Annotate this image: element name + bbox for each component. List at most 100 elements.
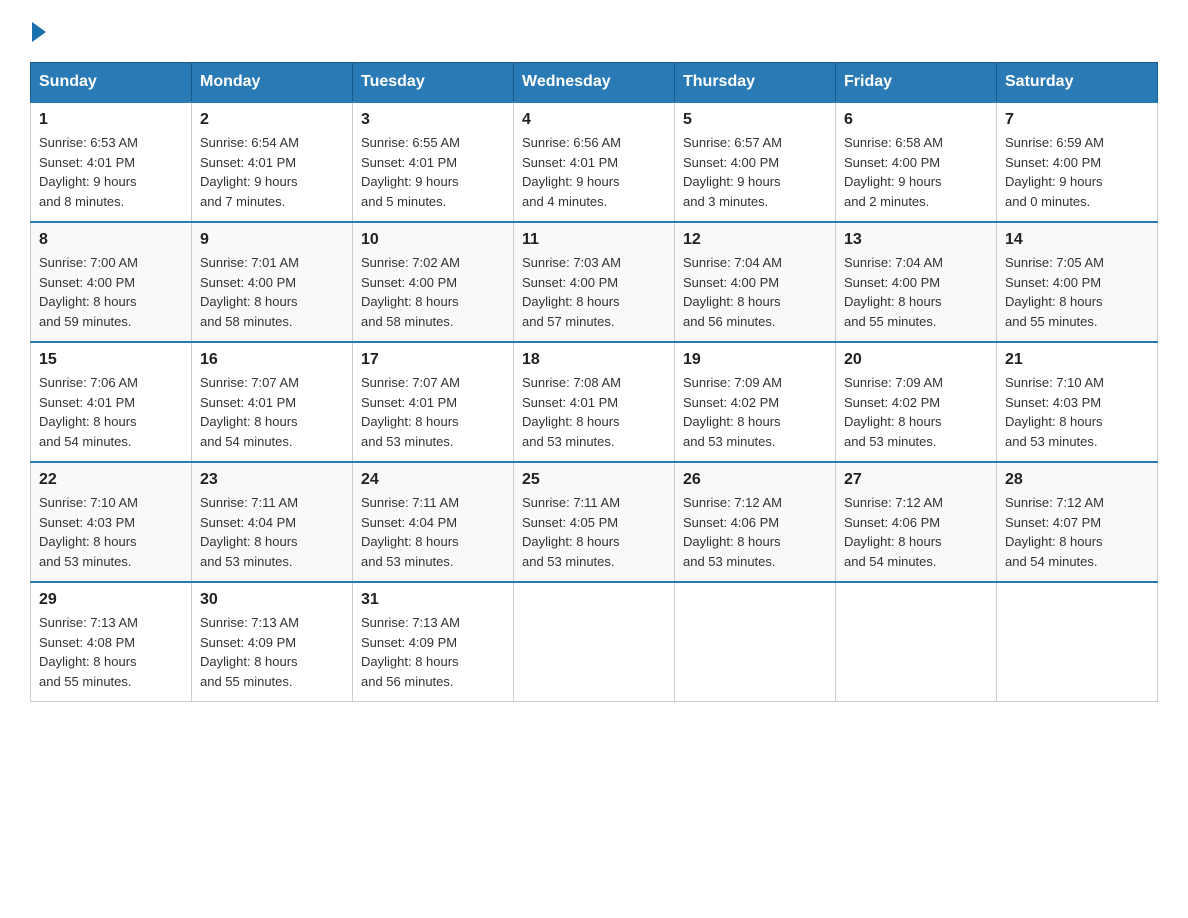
day-number: 11 xyxy=(522,231,666,249)
day-info: Sunrise: 7:12 AM Sunset: 4:06 PM Dayligh… xyxy=(683,493,827,571)
header-cell-saturday: Saturday xyxy=(997,63,1158,103)
day-cell: 15 Sunrise: 7:06 AM Sunset: 4:01 PM Dayl… xyxy=(31,342,192,462)
day-number: 5 xyxy=(683,111,827,129)
day-number: 10 xyxy=(361,231,505,249)
day-number: 28 xyxy=(1005,471,1149,489)
day-cell xyxy=(997,582,1158,702)
day-cell: 6 Sunrise: 6:58 AM Sunset: 4:00 PM Dayli… xyxy=(836,102,997,222)
logo xyxy=(30,20,46,42)
day-cell: 17 Sunrise: 7:07 AM Sunset: 4:01 PM Dayl… xyxy=(353,342,514,462)
day-cell: 14 Sunrise: 7:05 AM Sunset: 4:00 PM Dayl… xyxy=(997,222,1158,342)
week-row-3: 15 Sunrise: 7:06 AM Sunset: 4:01 PM Dayl… xyxy=(31,342,1158,462)
day-number: 19 xyxy=(683,351,827,369)
day-number: 4 xyxy=(522,111,666,129)
day-number: 3 xyxy=(361,111,505,129)
day-info: Sunrise: 7:04 AM Sunset: 4:00 PM Dayligh… xyxy=(844,253,988,331)
day-number: 30 xyxy=(200,591,344,609)
day-number: 9 xyxy=(200,231,344,249)
day-info: Sunrise: 6:55 AM Sunset: 4:01 PM Dayligh… xyxy=(361,133,505,211)
day-info: Sunrise: 7:09 AM Sunset: 4:02 PM Dayligh… xyxy=(683,373,827,451)
day-number: 17 xyxy=(361,351,505,369)
day-info: Sunrise: 7:05 AM Sunset: 4:00 PM Dayligh… xyxy=(1005,253,1149,331)
header-cell-wednesday: Wednesday xyxy=(514,63,675,103)
day-cell: 12 Sunrise: 7:04 AM Sunset: 4:00 PM Dayl… xyxy=(675,222,836,342)
day-cell: 1 Sunrise: 6:53 AM Sunset: 4:01 PM Dayli… xyxy=(31,102,192,222)
day-cell xyxy=(836,582,997,702)
day-number: 23 xyxy=(200,471,344,489)
day-cell: 29 Sunrise: 7:13 AM Sunset: 4:08 PM Dayl… xyxy=(31,582,192,702)
day-cell: 8 Sunrise: 7:00 AM Sunset: 4:00 PM Dayli… xyxy=(31,222,192,342)
day-cell: 25 Sunrise: 7:11 AM Sunset: 4:05 PM Dayl… xyxy=(514,462,675,582)
day-cell: 7 Sunrise: 6:59 AM Sunset: 4:00 PM Dayli… xyxy=(997,102,1158,222)
day-number: 7 xyxy=(1005,111,1149,129)
calendar-body: 1 Sunrise: 6:53 AM Sunset: 4:01 PM Dayli… xyxy=(31,102,1158,702)
week-row-5: 29 Sunrise: 7:13 AM Sunset: 4:08 PM Dayl… xyxy=(31,582,1158,702)
day-cell: 5 Sunrise: 6:57 AM Sunset: 4:00 PM Dayli… xyxy=(675,102,836,222)
day-info: Sunrise: 7:07 AM Sunset: 4:01 PM Dayligh… xyxy=(361,373,505,451)
day-cell: 30 Sunrise: 7:13 AM Sunset: 4:09 PM Dayl… xyxy=(192,582,353,702)
day-info: Sunrise: 7:12 AM Sunset: 4:06 PM Dayligh… xyxy=(844,493,988,571)
day-cell: 18 Sunrise: 7:08 AM Sunset: 4:01 PM Dayl… xyxy=(514,342,675,462)
day-info: Sunrise: 7:11 AM Sunset: 4:04 PM Dayligh… xyxy=(200,493,344,571)
day-cell: 10 Sunrise: 7:02 AM Sunset: 4:00 PM Dayl… xyxy=(353,222,514,342)
day-cell: 27 Sunrise: 7:12 AM Sunset: 4:06 PM Dayl… xyxy=(836,462,997,582)
header-cell-tuesday: Tuesday xyxy=(353,63,514,103)
day-cell: 2 Sunrise: 6:54 AM Sunset: 4:01 PM Dayli… xyxy=(192,102,353,222)
day-number: 27 xyxy=(844,471,988,489)
calendar-header: SundayMondayTuesdayWednesdayThursdayFrid… xyxy=(31,63,1158,103)
day-info: Sunrise: 7:11 AM Sunset: 4:04 PM Dayligh… xyxy=(361,493,505,571)
day-cell: 11 Sunrise: 7:03 AM Sunset: 4:00 PM Dayl… xyxy=(514,222,675,342)
day-cell: 26 Sunrise: 7:12 AM Sunset: 4:06 PM Dayl… xyxy=(675,462,836,582)
calendar-table: SundayMondayTuesdayWednesdayThursdayFrid… xyxy=(30,62,1158,702)
day-number: 25 xyxy=(522,471,666,489)
day-info: Sunrise: 7:07 AM Sunset: 4:01 PM Dayligh… xyxy=(200,373,344,451)
day-cell xyxy=(514,582,675,702)
day-number: 16 xyxy=(200,351,344,369)
day-cell: 28 Sunrise: 7:12 AM Sunset: 4:07 PM Dayl… xyxy=(997,462,1158,582)
day-number: 18 xyxy=(522,351,666,369)
day-info: Sunrise: 6:54 AM Sunset: 4:01 PM Dayligh… xyxy=(200,133,344,211)
day-number: 14 xyxy=(1005,231,1149,249)
day-cell: 24 Sunrise: 7:11 AM Sunset: 4:04 PM Dayl… xyxy=(353,462,514,582)
week-row-2: 8 Sunrise: 7:00 AM Sunset: 4:00 PM Dayli… xyxy=(31,222,1158,342)
day-info: Sunrise: 7:04 AM Sunset: 4:00 PM Dayligh… xyxy=(683,253,827,331)
day-number: 12 xyxy=(683,231,827,249)
logo-arrow-icon xyxy=(32,22,46,42)
day-info: Sunrise: 6:53 AM Sunset: 4:01 PM Dayligh… xyxy=(39,133,183,211)
day-number: 13 xyxy=(844,231,988,249)
day-cell: 16 Sunrise: 7:07 AM Sunset: 4:01 PM Dayl… xyxy=(192,342,353,462)
day-number: 21 xyxy=(1005,351,1149,369)
day-cell: 23 Sunrise: 7:11 AM Sunset: 4:04 PM Dayl… xyxy=(192,462,353,582)
day-info: Sunrise: 7:09 AM Sunset: 4:02 PM Dayligh… xyxy=(844,373,988,451)
day-cell: 22 Sunrise: 7:10 AM Sunset: 4:03 PM Dayl… xyxy=(31,462,192,582)
day-info: Sunrise: 7:08 AM Sunset: 4:01 PM Dayligh… xyxy=(522,373,666,451)
day-number: 31 xyxy=(361,591,505,609)
header-row: SundayMondayTuesdayWednesdayThursdayFrid… xyxy=(31,63,1158,103)
day-number: 6 xyxy=(844,111,988,129)
day-number: 24 xyxy=(361,471,505,489)
header-cell-monday: Monday xyxy=(192,63,353,103)
header-cell-thursday: Thursday xyxy=(675,63,836,103)
day-info: Sunrise: 7:12 AM Sunset: 4:07 PM Dayligh… xyxy=(1005,493,1149,571)
day-info: Sunrise: 7:03 AM Sunset: 4:00 PM Dayligh… xyxy=(522,253,666,331)
page-header xyxy=(30,20,1158,42)
day-number: 29 xyxy=(39,591,183,609)
day-info: Sunrise: 6:58 AM Sunset: 4:00 PM Dayligh… xyxy=(844,133,988,211)
day-cell: 9 Sunrise: 7:01 AM Sunset: 4:00 PM Dayli… xyxy=(192,222,353,342)
day-info: Sunrise: 7:02 AM Sunset: 4:00 PM Dayligh… xyxy=(361,253,505,331)
day-info: Sunrise: 7:13 AM Sunset: 4:08 PM Dayligh… xyxy=(39,613,183,691)
header-cell-sunday: Sunday xyxy=(31,63,192,103)
day-cell: 20 Sunrise: 7:09 AM Sunset: 4:02 PM Dayl… xyxy=(836,342,997,462)
day-info: Sunrise: 7:00 AM Sunset: 4:00 PM Dayligh… xyxy=(39,253,183,331)
day-number: 2 xyxy=(200,111,344,129)
day-info: Sunrise: 6:56 AM Sunset: 4:01 PM Dayligh… xyxy=(522,133,666,211)
week-row-4: 22 Sunrise: 7:10 AM Sunset: 4:03 PM Dayl… xyxy=(31,462,1158,582)
day-number: 26 xyxy=(683,471,827,489)
day-number: 22 xyxy=(39,471,183,489)
day-info: Sunrise: 6:57 AM Sunset: 4:00 PM Dayligh… xyxy=(683,133,827,211)
day-info: Sunrise: 7:11 AM Sunset: 4:05 PM Dayligh… xyxy=(522,493,666,571)
day-number: 1 xyxy=(39,111,183,129)
day-cell: 31 Sunrise: 7:13 AM Sunset: 4:09 PM Dayl… xyxy=(353,582,514,702)
day-cell: 19 Sunrise: 7:09 AM Sunset: 4:02 PM Dayl… xyxy=(675,342,836,462)
day-info: Sunrise: 7:13 AM Sunset: 4:09 PM Dayligh… xyxy=(361,613,505,691)
